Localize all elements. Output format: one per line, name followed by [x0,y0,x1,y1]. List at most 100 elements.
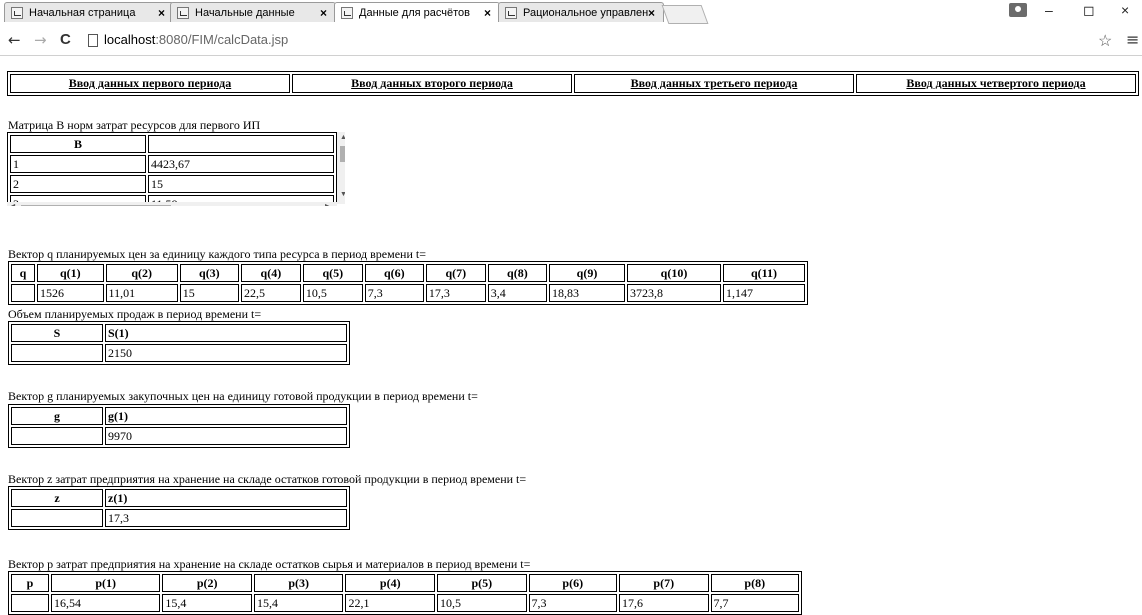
vector-q-caption: Вектор q планируемых цен за единицу кажд… [8,247,426,261]
column-header: q [11,264,35,282]
tab-close-icon[interactable]: × [320,3,327,22]
horizontal-scrollbar[interactable]: ◀ ▶ [7,202,337,206]
table-cell: 1526 [37,284,104,302]
table-cell: 7,3 [528,594,617,612]
scroll-left-icon[interactable]: ◀ [9,202,15,206]
scroll-thumb[interactable] [21,205,171,206]
column-header: p [11,574,49,592]
tab-calc-data[interactable]: Данные для расчётов × [334,2,500,22]
vector-g-caption: Вектор g планируемых закупочных цен на е… [8,389,478,403]
table-cell: 3723,8 [627,284,721,302]
column-header: q(4) [240,264,301,282]
page-icon [88,34,98,47]
column-header: q(3) [179,264,239,282]
column-header: q(1) [37,264,104,282]
vertical-scrollbar[interactable]: ▲ ▼ [337,132,345,204]
matrix-b-scroll-container[interactable]: B 1 4423,67 2 15 3 11,58 ▲ ▼ ◀ ▶ [7,132,345,206]
column-header: g [11,407,103,425]
tab-title: Рациональное управлен [523,7,649,19]
table-cell: 15 [148,175,334,193]
tab-rational-management[interactable]: Рациональное управлен × [498,2,664,22]
chart-favicon-icon [505,7,517,19]
tab-close-icon[interactable]: × [648,3,655,22]
matrix-b-table: B 1 4423,67 2 15 3 11,58 [7,132,337,206]
link-period-2[interactable]: Ввод данных второго периода [292,74,572,93]
column-header: z(1) [105,489,347,507]
table-cell: 17,3 [425,284,486,302]
matrix-b-caption: Матрица B норм затрат ресурсов для перво… [8,118,261,132]
tab-title: Данные для расчётов [359,7,470,19]
table-row: 1 4423,67 [10,155,334,173]
column-header: p(2) [162,574,252,592]
column-header: p(4) [345,574,436,592]
column-header: S [11,324,103,342]
vector-p-caption: Вектор p затрат предприятия на хранение … [8,557,531,571]
chart-favicon-icon [341,7,353,19]
column-header: q(7) [425,264,486,282]
column-header: z [11,489,103,507]
menu-icon[interactable]: ≡ [1126,30,1139,49]
scroll-right-icon[interactable]: ▶ [325,202,331,206]
vector-p-table: p p(1) p(2) p(3) p(4) p(5) p(6) p(7) p(8… [8,571,802,615]
table-cell: 11,01 [105,284,178,302]
tab-start-page[interactable]: Начальная страница × [4,2,174,22]
volume-s-caption: Объем планируемых продаж в период времен… [8,307,262,321]
table-row: 2150 [11,344,347,362]
column-header [148,135,334,153]
column-header: q(2) [105,264,178,282]
vector-z-caption: Вектор z затрат предприятия на хранение … [8,472,527,486]
tab-close-icon[interactable]: × [158,3,165,22]
bookmark-star-icon[interactable]: ☆ [1098,31,1112,51]
link-period-1[interactable]: Ввод данных первого периода [10,74,290,93]
browser-toolbar: ← → C localhost:8080/FIM/calcData.jsp ☆ … [0,26,1142,56]
column-header: S(1) [105,324,347,342]
table-cell: 7,3 [364,284,424,302]
tab-close-icon[interactable]: × [484,3,491,22]
table-cell: 17,3 [105,509,347,527]
table-cell: 18,83 [549,284,625,302]
table-cell: 16,54 [51,594,161,612]
table-cell: 7,7 [710,594,799,612]
column-header: p(7) [618,574,709,592]
vector-g-table: g g(1) 9970 [8,404,350,448]
table-cell [11,427,103,445]
scroll-up-icon[interactable]: ▲ [340,133,345,141]
chart-favicon-icon [11,7,23,19]
column-header: q(11) [723,264,805,282]
column-header: q(10) [627,264,721,282]
column-header: B [10,135,146,153]
table-cell [11,594,49,612]
scroll-down-icon[interactable]: ▼ [340,190,345,198]
new-tab-button[interactable] [661,5,709,24]
url-host: localhost [104,32,156,47]
forward-arrow-icon[interactable]: → [34,31,47,49]
table-row: 9970 [11,427,347,445]
column-header: q(9) [549,264,625,282]
address-bar[interactable]: localhost:8080/FIM/calcData.jsp [104,32,288,47]
restore-button[interactable]: ◻ [1083,2,1095,19]
back-arrow-icon[interactable]: ← [8,31,21,49]
column-header: p(5) [437,574,527,592]
tab-initial-data[interactable]: Начальные данные × [170,2,336,22]
table-row: 16,54 15,4 15,4 22,1 10,5 7,3 17,6 7,7 [11,594,799,612]
table-cell: 4423,67 [148,155,334,173]
table-cell [11,284,35,302]
column-header: p(3) [253,574,344,592]
scroll-thumb[interactable] [340,146,345,162]
chart-favicon-icon [177,7,189,19]
column-header: p(8) [710,574,799,592]
table-cell: 15 [179,284,239,302]
table-row: 1526 11,01 15 22,5 10,5 7,3 17,3 3,4 18,… [11,284,805,302]
table-cell [11,344,103,362]
tab-title: Начальная страница [29,7,136,19]
reload-icon[interactable]: C [60,31,71,48]
column-header: q(6) [364,264,424,282]
column-header: p(1) [51,574,161,592]
link-period-3[interactable]: Ввод данных третьего периода [574,74,854,93]
link-period-4[interactable]: Ввод данных четвертого периода [856,74,1136,93]
user-profile-icon[interactable] [1009,3,1027,17]
table-cell: 22,5 [240,284,301,302]
minimize-button[interactable]: – [1045,2,1053,18]
close-window-button[interactable]: × [1121,2,1129,18]
table-cell: 9970 [105,427,347,445]
